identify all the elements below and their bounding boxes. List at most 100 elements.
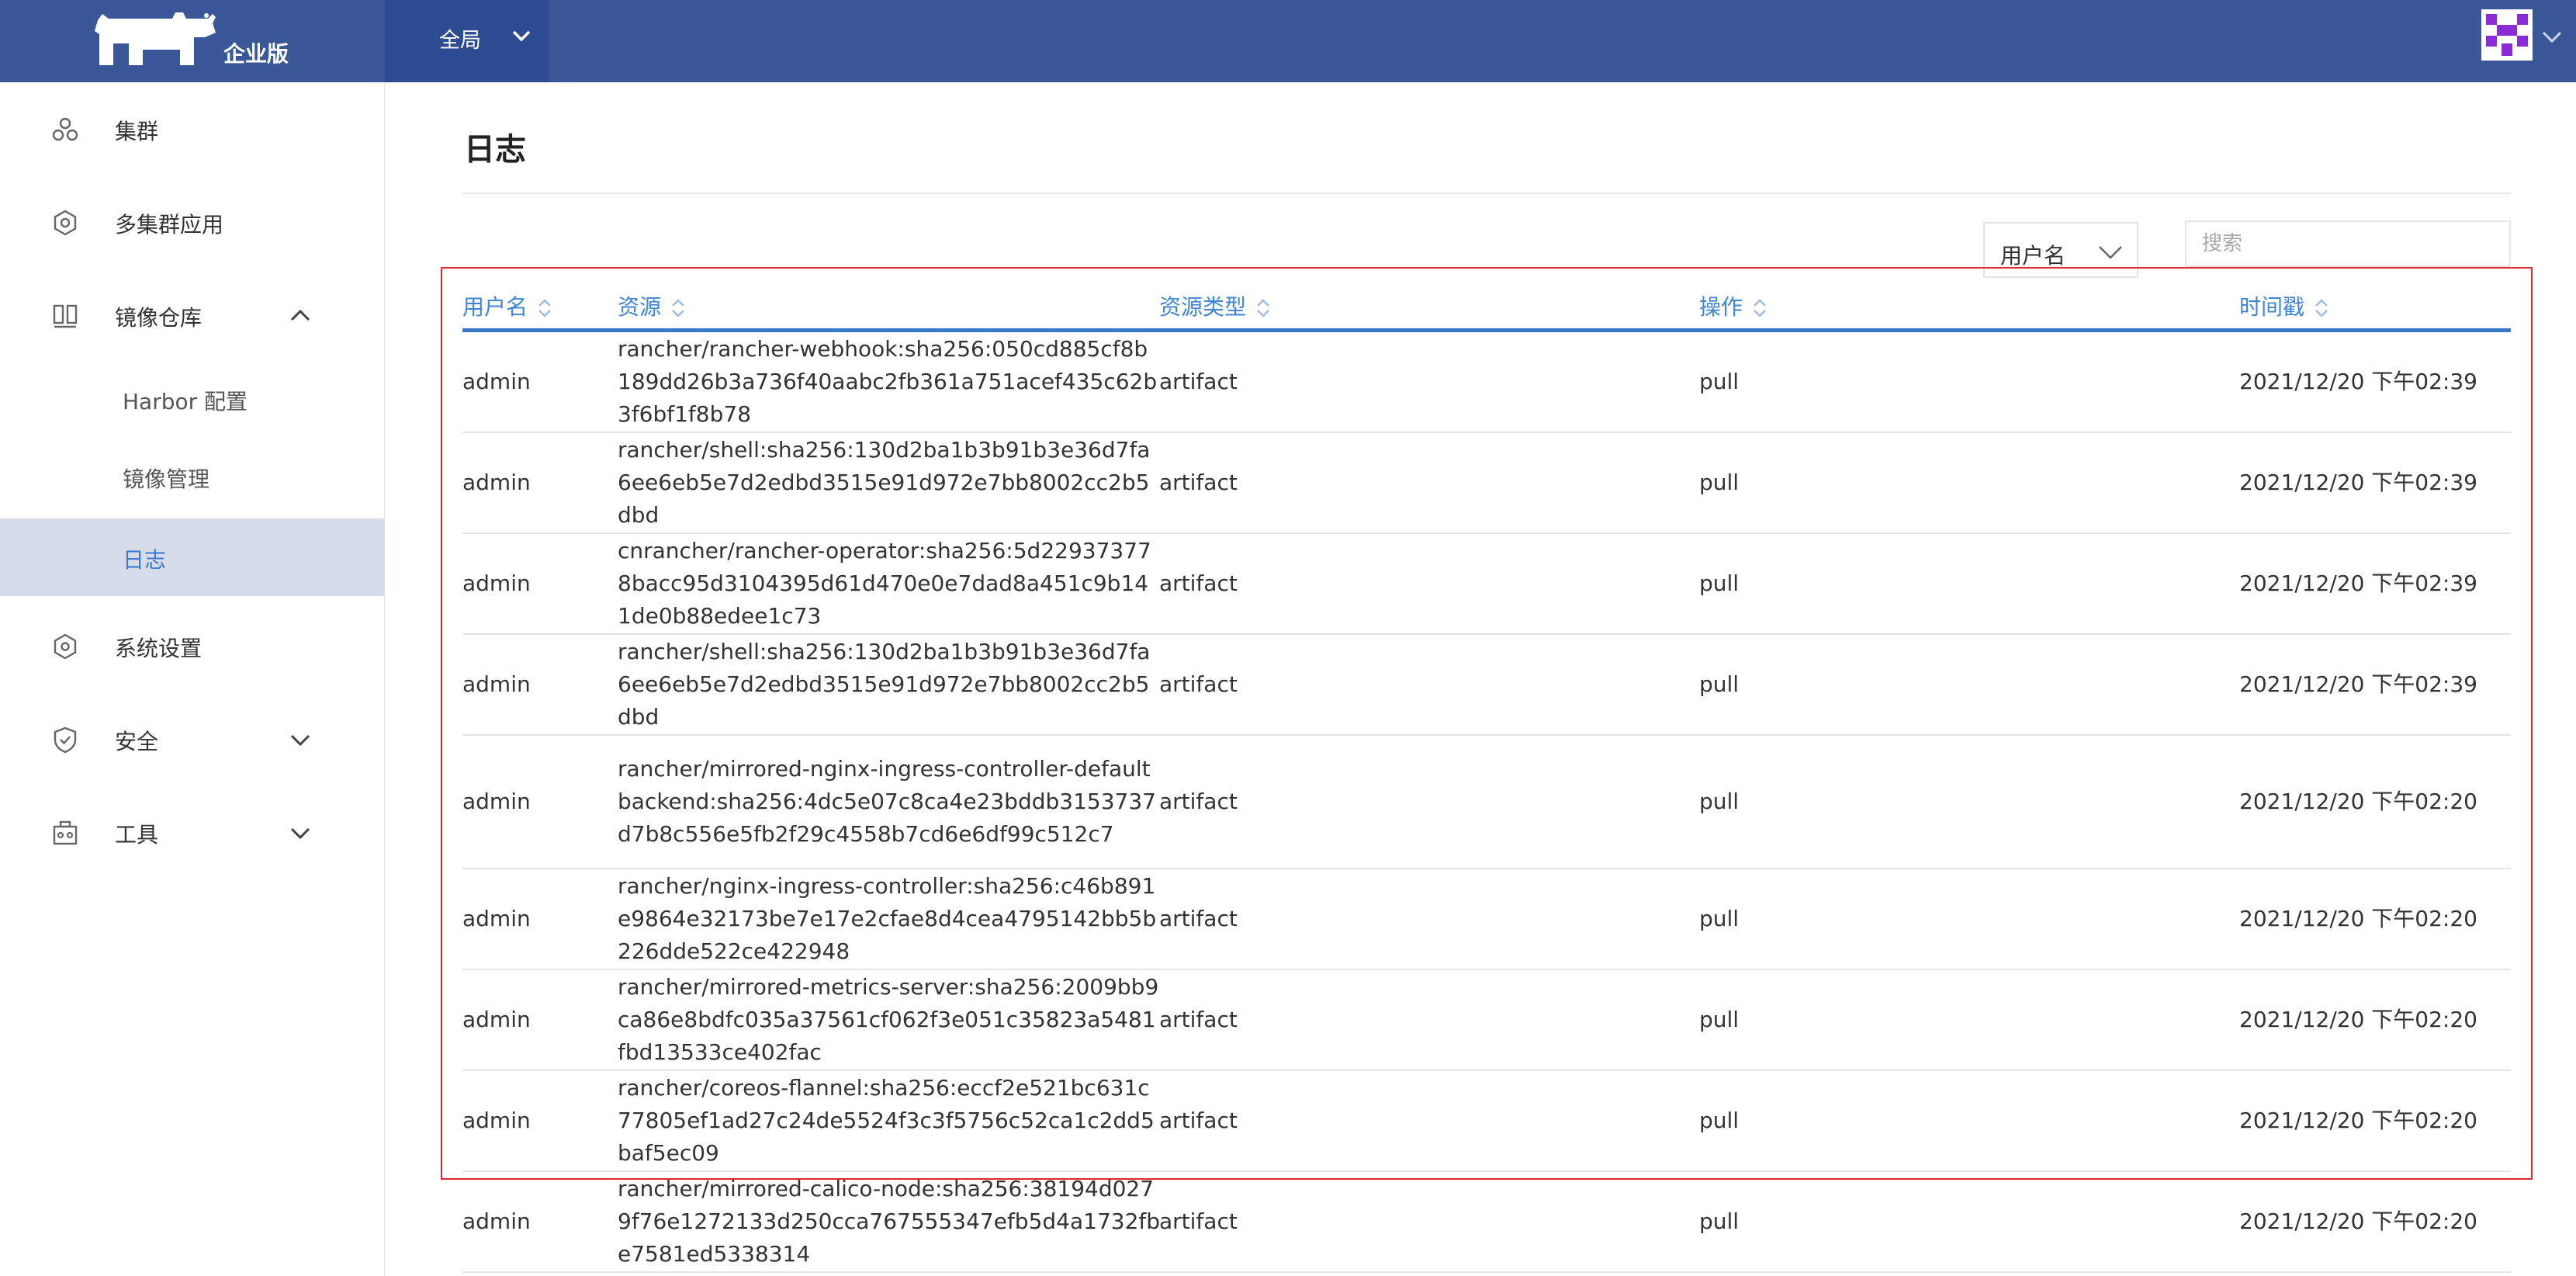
column-header-label: 资源类型	[1159, 294, 1247, 320]
cell-timestamp: 2021/12/20 下午02:39	[2239, 570, 2477, 596]
sidebar-item-label: 镜像仓库	[115, 305, 203, 331]
cell-operation: pull	[1699, 671, 1740, 697]
cell-username: admin	[462, 1007, 531, 1032]
chevron-down-icon	[512, 30, 531, 42]
cell-timestamp: 2021/12/20 下午02:20	[2239, 1108, 2477, 1133]
cell-username: admin	[462, 1208, 531, 1234]
column-header-label: 资源	[618, 294, 662, 320]
column-header-username[interactable]: 用户名	[462, 290, 552, 321]
cell-timestamp: 2021/12/20 下午02:39	[2239, 369, 2477, 394]
cell-timestamp: 2021/12/20 下午02:20	[2239, 906, 2477, 931]
cluster-icon	[52, 117, 78, 141]
cell-username: admin	[462, 470, 531, 495]
column-header-label: 操作	[1699, 294, 1743, 320]
cell-operation: pull	[1699, 369, 1740, 394]
sidebar-subitem-image-management[interactable]: 镜像管理	[0, 438, 385, 515]
scope-selector[interactable]: 全局	[385, 0, 549, 82]
divider	[462, 192, 2511, 194]
cell-resource-type: artifact	[1159, 1108, 1238, 1133]
column-header-label: 用户名	[462, 294, 528, 320]
sidebar-item-security[interactable]: 安全	[0, 697, 385, 782]
cell-operation: pull	[1699, 789, 1740, 814]
cell-resource-type: artifact	[1159, 906, 1238, 931]
audit-log-table: 用户名 资源 资源类型 操作 时间戳 admin rancher/rancher…	[462, 283, 2511, 1273]
sidebar: 集群 多集群应用 镜像仓库 Harbor 配置 镜像管理 日志 系统设置 安全 …	[0, 82, 385, 1276]
chevron-down-icon	[290, 827, 310, 840]
avatar[interactable]	[2481, 9, 2533, 61]
cell-resource: rancher/mirrored-calico-node:sha256:3819…	[618, 1176, 1161, 1267]
shield-icon	[54, 726, 77, 754]
sort-icon	[1257, 299, 1269, 317]
cell-timestamp: 2021/12/20 下午02:20	[2239, 1007, 2477, 1032]
sidebar-subitem-label: Harbor 配置	[123, 389, 248, 414]
column-header-label: 时间戳	[2239, 294, 2305, 320]
cell-operation: pull	[1699, 570, 1740, 596]
cell-timestamp: 2021/12/20 下午02:39	[2239, 671, 2477, 697]
cell-resource-type: artifact	[1159, 671, 1238, 697]
chevron-down-icon	[2099, 246, 2122, 259]
sidebar-item-label: 多集群应用	[115, 212, 224, 238]
page-title: 日志	[464, 132, 526, 168]
chevron-down-icon	[290, 734, 310, 747]
registry-icon	[53, 304, 78, 328]
cell-resource: rancher/nginx-ingress-controller:sha256:…	[618, 873, 1157, 964]
column-header-timestamp[interactable]: 时间戳	[2239, 290, 2329, 321]
toolbox-icon	[53, 820, 78, 845]
sidebar-item-image-registry[interactable]: 镜像仓库	[0, 273, 385, 359]
table-row: admin rancher/shell:sha256:130d2ba1b3b91…	[462, 433, 2511, 534]
sidebar-subitem-label: 日志	[123, 547, 167, 573]
sidebar-item-label: 集群	[115, 119, 159, 144]
sort-icon	[1754, 299, 1766, 317]
chevron-down-icon[interactable]	[2539, 23, 2565, 50]
cell-operation: pull	[1699, 906, 1740, 931]
table-row: admin rancher/rancher-webhook:sha256:050…	[462, 332, 2511, 433]
search-input[interactable]	[2185, 220, 2511, 267]
sidebar-subitem-label: 镜像管理	[123, 466, 210, 492]
scope-label: 全局	[439, 29, 481, 53]
sidebar-item-system-settings[interactable]: 系统设置	[0, 604, 385, 689]
filter-field-select[interactable]: 用户名	[1983, 222, 2138, 278]
sidebar-item-tools[interactable]: 工具	[0, 790, 385, 876]
cell-username: admin	[462, 369, 531, 394]
cell-resource: rancher/coreos-flannel:sha256:eccf2e521b…	[618, 1075, 1155, 1166]
cell-timestamp: 2021/12/20 下午02:20	[2239, 789, 2477, 814]
cell-resource-type: artifact	[1159, 1208, 1238, 1234]
sidebar-item-label: 系统设置	[115, 636, 203, 661]
cell-username: admin	[462, 789, 531, 814]
cell-resource: rancher/mirrored-metrics-server:sha256:2…	[618, 974, 1159, 1065]
column-header-resource-type[interactable]: 资源类型	[1159, 290, 1271, 321]
table-row: admin rancher/coreos-flannel:sha256:eccf…	[462, 1071, 2511, 1172]
cell-username: admin	[462, 570, 531, 596]
cell-resource: rancher/shell:sha256:130d2ba1b3b91b3e36d…	[618, 639, 1151, 730]
sort-icon	[672, 299, 684, 317]
cell-resource-type: artifact	[1159, 789, 1238, 814]
sort-icon	[2315, 299, 2328, 317]
table-row: admin rancher/nginx-ingress-controller:s…	[462, 869, 2511, 970]
table-row: admin rancher/shell:sha256:130d2ba1b3b91…	[462, 635, 2511, 736]
cell-resource: cnrancher/rancher-operator:sha256:5d2293…	[618, 538, 1151, 629]
sidebar-item-multi-cluster-apps[interactable]: 多集群应用	[0, 180, 385, 265]
cell-resource-type: artifact	[1159, 369, 1238, 394]
settings-icon	[54, 633, 77, 660]
cell-timestamp: 2021/12/20 下午02:39	[2239, 470, 2477, 495]
cell-resource: rancher/mirrored-nginx-ingress-controlle…	[618, 756, 1156, 847]
sidebar-item-clusters[interactable]: 集群	[0, 87, 385, 172]
table-row: admin rancher/mirrored-calico-node:sha25…	[462, 1172, 2511, 1273]
column-header-resource[interactable]: 资源	[618, 290, 686, 321]
chevron-up-icon	[290, 309, 310, 321]
sidebar-subitem-harbor-config[interactable]: Harbor 配置	[0, 360, 385, 438]
top-navbar: 企业版 全局	[0, 0, 2576, 82]
cell-resource: rancher/rancher-webhook:sha256:050cd885c…	[618, 336, 1158, 427]
column-header-operation[interactable]: 操作	[1699, 290, 1768, 321]
brand[interactable]: 企业版	[0, 0, 385, 82]
sidebar-subitem-logs[interactable]: 日志	[0, 518, 385, 596]
rancher-logo-icon	[95, 12, 216, 65]
sidebar-item-label: 工具	[115, 822, 159, 848]
cell-operation: pull	[1699, 470, 1740, 495]
sort-icon	[538, 299, 551, 317]
cell-resource-type: artifact	[1159, 470, 1238, 495]
cell-timestamp: 2021/12/20 下午02:20	[2239, 1208, 2477, 1234]
cell-resource-type: artifact	[1159, 1007, 1238, 1032]
sidebar-item-label: 安全	[115, 729, 159, 754]
cell-operation: pull	[1699, 1208, 1740, 1234]
